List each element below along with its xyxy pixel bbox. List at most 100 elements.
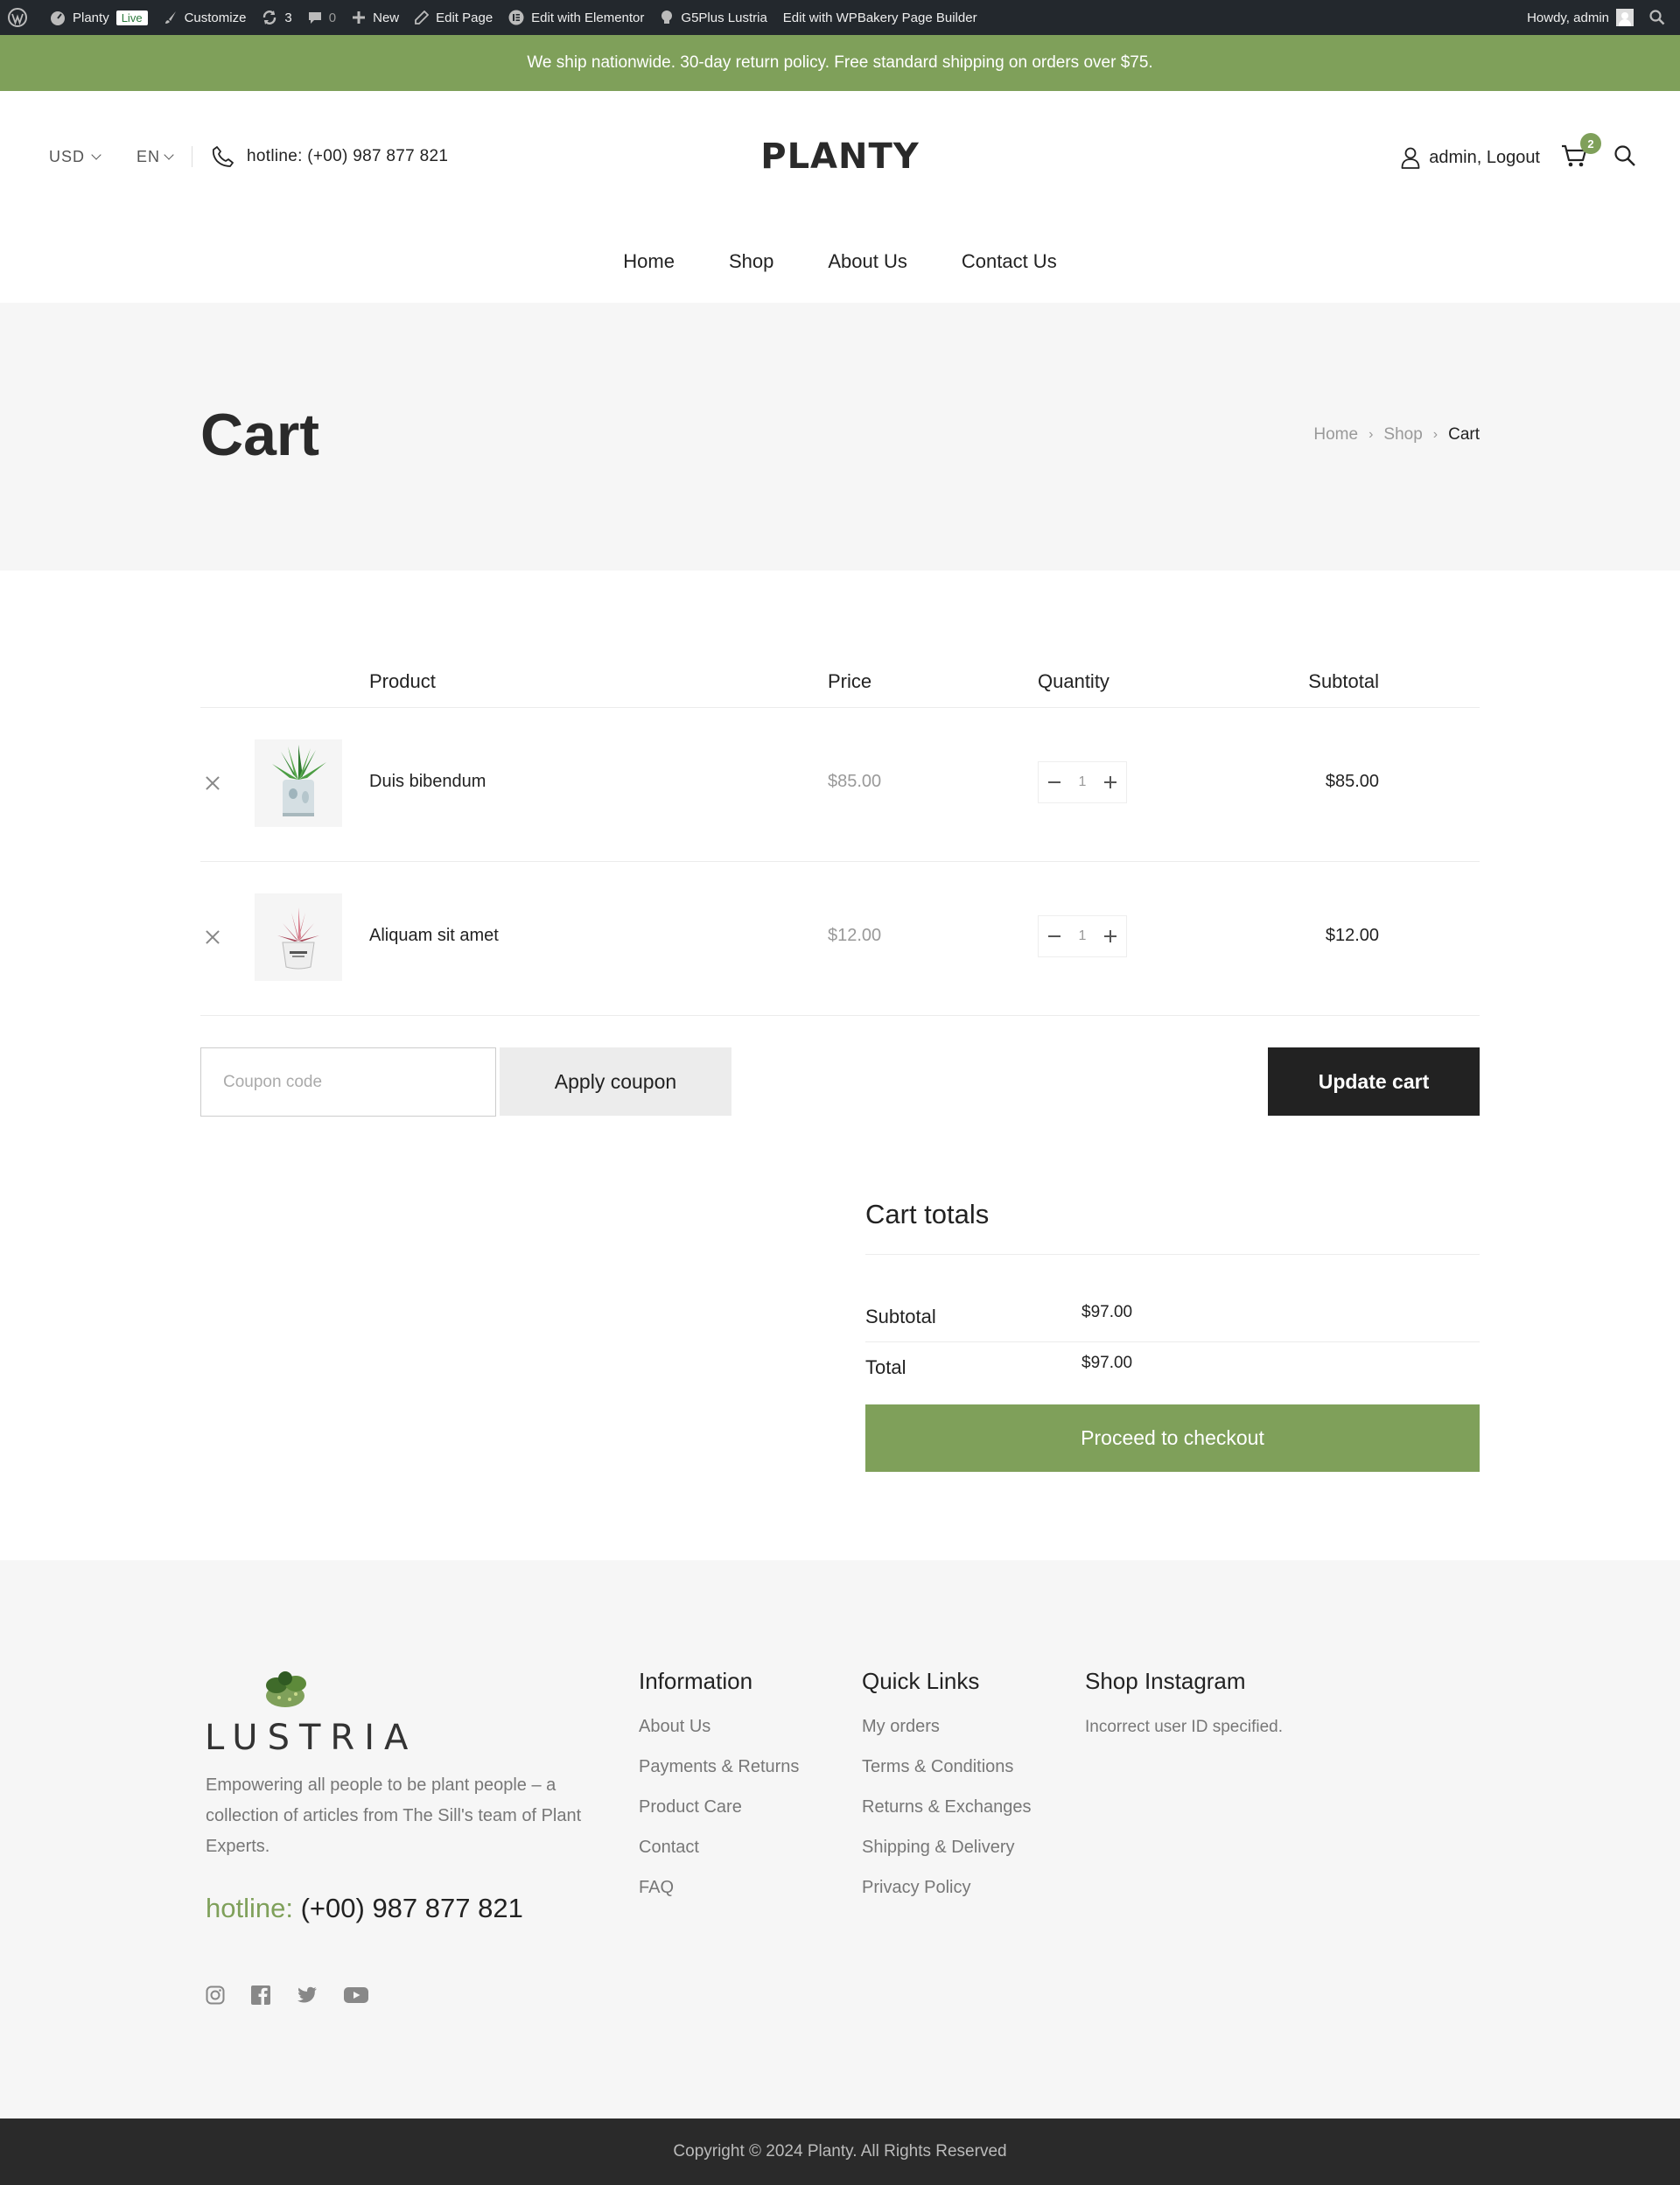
shipping-notice: We ship nationwide. 30-day return policy… — [0, 35, 1680, 91]
breadcrumb-home[interactable]: Home — [1313, 425, 1358, 445]
footer-hotline-label: hotline: — [206, 1893, 293, 1923]
total-row: Total $97.00 — [865, 1342, 1480, 1393]
remove-item-icon[interactable] — [204, 774, 221, 792]
plus-icon — [353, 11, 366, 24]
howdy-label: Howdy, admin — [1527, 10, 1609, 25]
column-header-quantity: Quantity — [1038, 670, 1110, 692]
footer-link-product-care[interactable]: Product Care — [639, 1798, 799, 1838]
instagram-icon[interactable] — [206, 1985, 225, 2005]
footer-link-contact[interactable]: Contact — [639, 1838, 799, 1879]
user-icon — [1401, 147, 1420, 169]
apply-coupon-button[interactable]: Apply coupon — [500, 1047, 732, 1116]
updates-count: 3 — [284, 10, 292, 25]
footer-instagram-title: Shop Instagram — [1085, 1668, 1246, 1694]
update-cart-button[interactable]: Update cart — [1268, 1047, 1480, 1116]
new-link[interactable]: New — [344, 0, 407, 35]
nav-item-shop[interactable]: Shop — [729, 250, 774, 273]
edit-page-label: Edit Page — [436, 10, 494, 25]
edit-elementor-link[interactable]: Edit with Elementor — [500, 0, 652, 35]
cart-row: Aliquam sit amet $12.00 1 $12.00 — [200, 862, 1480, 1016]
cart-totals-title: Cart totals — [865, 1199, 990, 1229]
footer-link-faq[interactable]: FAQ — [639, 1879, 799, 1919]
footer-link-terms-conditions[interactable]: Terms & Conditions — [862, 1758, 1031, 1798]
copyright-bar: Copyright © 2024 Planty. All Rights Rese… — [0, 2118, 1680, 2185]
quantity-stepper: 1 — [1038, 761, 1127, 803]
plant-image — [272, 745, 326, 816]
twitter-icon[interactable] — [297, 1986, 318, 2004]
live-badge: Live — [116, 10, 148, 25]
footer-description: Empowering all people to be plant people… — [206, 1775, 582, 1856]
proceed-to-checkout-button[interactable]: Proceed to checkout — [865, 1404, 1480, 1472]
admin-bar: Planty Live Customize 3 0 New Edit Page … — [0, 0, 1680, 35]
column-header-price: Price — [828, 670, 872, 692]
footer-quick-links-column: Quick Links My orders Terms & Conditions… — [862, 1668, 1031, 1919]
youtube-icon[interactable] — [344, 1986, 368, 2004]
product-price: $85.00 — [828, 772, 882, 791]
chevron-right-icon: › — [1368, 427, 1374, 442]
avatar — [1616, 9, 1634, 26]
footer-instagram-column: Shop Instagram Incorrect user ID specifi… — [1085, 1668, 1283, 1737]
footer-link-payments-returns[interactable]: Payments & Returns — [639, 1758, 799, 1798]
footer-link-shipping-delivery[interactable]: Shipping & Delivery — [862, 1838, 1031, 1879]
total-value: $97.00 — [1082, 1354, 1133, 1372]
elementor-icon — [508, 10, 524, 25]
nav-item-about-us[interactable]: About Us — [828, 250, 907, 273]
breadcrumb-shop[interactable]: Shop — [1383, 425, 1422, 445]
facebook-icon[interactable] — [251, 1985, 270, 2005]
product-name[interactable]: Aliquam sit amet — [369, 926, 499, 946]
chevron-right-icon: › — [1432, 427, 1438, 442]
g5plus-label: G5Plus Lustria — [681, 10, 767, 25]
footer-link-privacy-policy[interactable]: Privacy Policy — [862, 1879, 1031, 1919]
product-thumbnail[interactable] — [255, 893, 342, 981]
minus-icon[interactable] — [1047, 935, 1060, 937]
edit-wpbakery-link[interactable]: Edit with WPBakery Page Builder — [775, 0, 985, 35]
search-icon — [1649, 10, 1665, 25]
subtotal-value: $97.00 — [1082, 1303, 1133, 1321]
plus-icon[interactable] — [1104, 930, 1117, 942]
customize-link[interactable]: Customize — [156, 0, 255, 35]
header-search-button[interactable] — [1614, 144, 1636, 172]
comments-link[interactable]: 0 — [300, 0, 344, 35]
footer-logo[interactable]: LUSTRIA — [205, 1670, 417, 1758]
column-header-subtotal: Subtotal — [1308, 670, 1379, 692]
footer-information-title: Information — [639, 1668, 753, 1694]
remove-item-icon[interactable] — [204, 928, 221, 946]
plus-icon[interactable] — [1104, 776, 1117, 788]
edit-wpbakery-label: Edit with WPBakery Page Builder — [782, 10, 977, 25]
mini-cart-button[interactable]: 2 — [1561, 133, 1601, 172]
footer-link-about-us[interactable]: About Us — [639, 1718, 799, 1758]
quantity-value[interactable]: 1 — [1079, 774, 1087, 790]
footer-link-my-orders[interactable]: My orders — [862, 1718, 1031, 1758]
updates-link[interactable]: 3 — [254, 0, 299, 35]
product-thumbnail[interactable] — [255, 739, 342, 827]
coupon-code-input[interactable] — [200, 1047, 496, 1117]
dashboard-icon — [51, 11, 65, 25]
page-title-bar: Cart Home › Shop › Cart — [0, 303, 1680, 571]
cart-row: Duis bibendum $85.00 1 $85.00 — [200, 708, 1480, 862]
account-link[interactable]: admin, Logout — [1401, 147, 1540, 170]
total-label: Total — [865, 1356, 906, 1378]
howdy-account-menu[interactable]: Howdy, admin — [1519, 0, 1642, 35]
brush-icon — [164, 11, 176, 24]
nav-item-home[interactable]: Home — [623, 250, 675, 273]
site-header: USD EN hotline: (+00) 987 877 821 PLANTY… — [0, 91, 1680, 224]
g5plus-link[interactable]: G5Plus Lustria — [652, 0, 774, 35]
footer-quick-links-title: Quick Links — [862, 1668, 980, 1694]
footer-information-column: Information About Us Payments & Returns … — [639, 1668, 799, 1919]
customize-label: Customize — [184, 10, 247, 25]
column-header-product: Product — [369, 670, 436, 692]
nav-item-contact-us[interactable]: Contact Us — [962, 250, 1057, 273]
footer-hotline-number: (+00) 987 877 821 — [300, 1893, 523, 1923]
site-name-link[interactable]: Planty Live — [42, 0, 156, 35]
account-label: admin, Logout — [1429, 148, 1540, 167]
edit-page-link[interactable]: Edit Page — [407, 0, 500, 35]
admin-search-button[interactable] — [1642, 0, 1680, 35]
product-name[interactable]: Duis bibendum — [369, 772, 486, 792]
footer-hotline[interactable]: hotline: (+00) 987 877 821 — [206, 1893, 523, 1924]
wordpress-logo-icon[interactable] — [0, 0, 42, 35]
product-subtotal: $85.00 — [1325, 772, 1379, 791]
minus-icon[interactable] — [1047, 781, 1060, 783]
footer-link-returns-exchanges[interactable]: Returns & Exchanges — [862, 1798, 1031, 1838]
quantity-value[interactable]: 1 — [1079, 928, 1087, 944]
breadcrumb: Home › Shop › Cart — [1313, 425, 1480, 445]
